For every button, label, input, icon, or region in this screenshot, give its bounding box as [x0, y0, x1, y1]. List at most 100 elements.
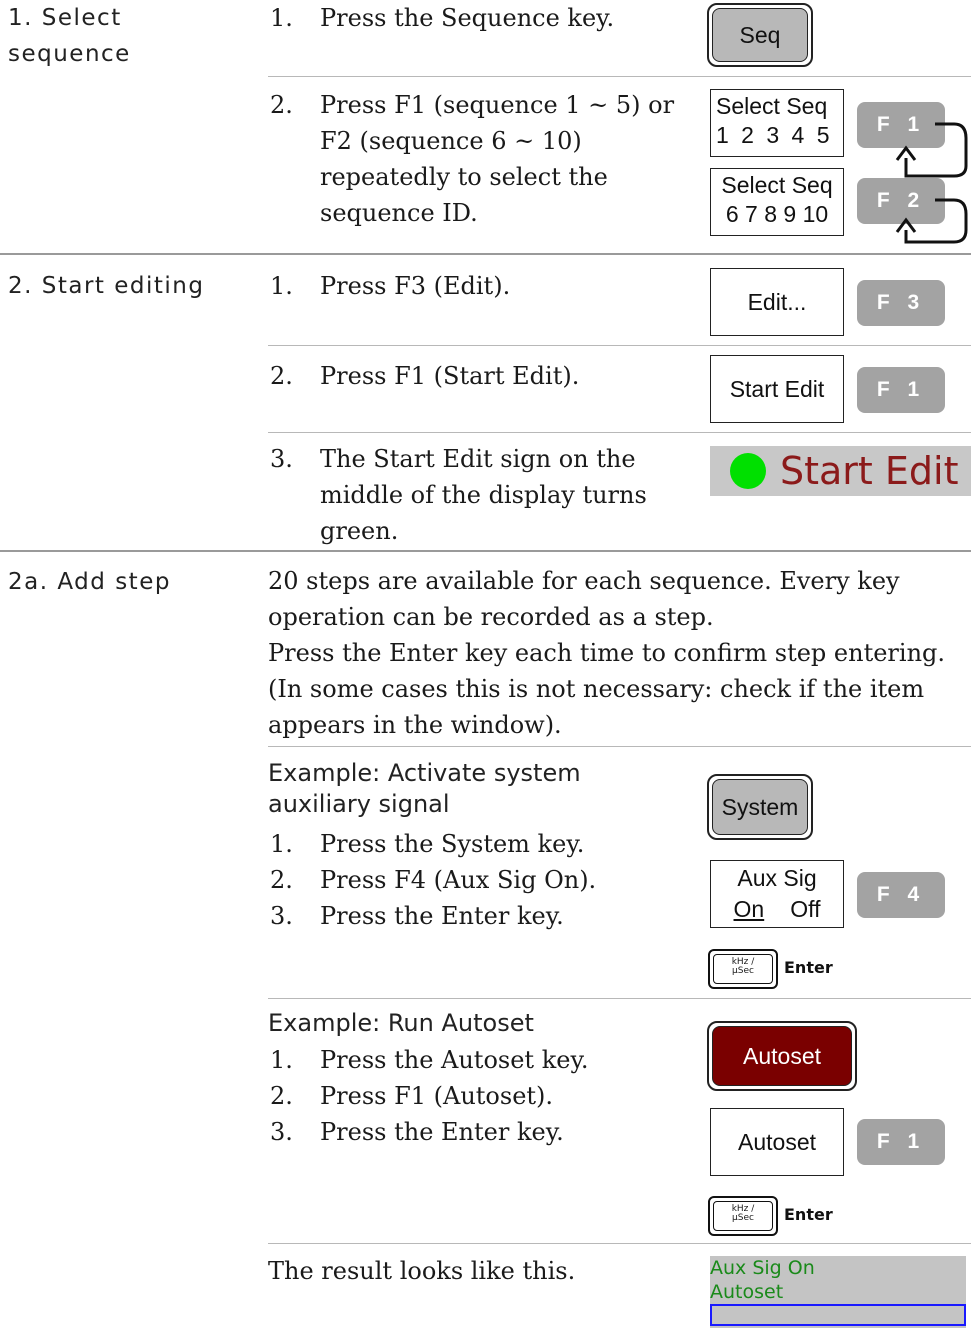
step-text: green.: [320, 517, 399, 545]
example-title-line: Example: Activate system: [268, 759, 581, 787]
f1-button[interactable]: F 1: [857, 367, 945, 413]
divider: [268, 432, 971, 433]
step-number: 2.: [270, 362, 293, 390]
f3-label: F 3: [876, 291, 926, 314]
softkey-value: 6 7 8 9 10: [725, 201, 829, 227]
softkey-value: 1 2 3 4 5: [716, 122, 833, 148]
seq-key[interactable]: Seq: [707, 3, 813, 67]
autoset-key-face: Autoset: [712, 1026, 852, 1086]
f3-button[interactable]: F 3: [857, 280, 945, 326]
step-text: middle of the display turns: [320, 481, 647, 509]
step-press-f1-start-edit: 2. Press F1 (Start Edit).: [270, 358, 579, 394]
divider: [268, 1243, 971, 1244]
step-number: 2.: [270, 1082, 293, 1110]
list-item: 3. Press the Enter key.: [270, 898, 596, 934]
example-autoset-steps: 1. Press the Autoset key. 2. Press F1 (Aut…: [270, 1042, 588, 1150]
step-number: 2.: [270, 91, 293, 119]
enter-key-body: kHz / μSec: [708, 1196, 778, 1236]
aux-on-option: On: [733, 896, 765, 922]
step-text: Press F3 (Edit).: [320, 272, 511, 300]
result-display: Aux Sig On Autoset: [710, 1256, 966, 1328]
enter-key[interactable]: kHz / μSec Enter: [708, 1196, 838, 1236]
start-edit-softkey[interactable]: Start Edit: [710, 355, 844, 423]
start-edit-sign: Start Edit: [710, 446, 971, 496]
paragraph-line: 20 steps are available for each sequence…: [268, 567, 900, 595]
step-text: repeatedly to select the: [320, 163, 608, 191]
enter-key-face: kHz / μSec: [713, 1201, 773, 1231]
result-display-lines: Aux Sig On Autoset: [710, 1256, 815, 1304]
step-number: 2.: [270, 866, 293, 894]
softkey-label: Autoset: [738, 1128, 816, 1155]
heading-line: 1. Select: [8, 5, 122, 31]
f1-button[interactable]: F 1: [857, 1119, 945, 1165]
step-text: Press F1 (Start Edit).: [320, 362, 580, 390]
step-text: Press the Autoset key.: [320, 1046, 589, 1074]
add-step-description: 20 steps are available for each sequence…: [268, 563, 945, 743]
seq-key-label: Seq: [739, 21, 781, 48]
list-item: 2. Press F4 (Aux Sig On).: [270, 862, 596, 898]
list-item: 1. Press the Autoset key.: [270, 1042, 588, 1078]
divider: [268, 76, 971, 77]
enter-key-label: Enter: [784, 1205, 833, 1224]
section-divider: [0, 550, 971, 552]
list-item: 3. Press the Enter key.: [270, 1114, 588, 1150]
step-number: 3.: [270, 445, 293, 473]
step-number: 3.: [270, 1118, 293, 1146]
result-text-label: The result looks like this.: [268, 1257, 576, 1285]
select-seq-1-5-softkey[interactable]: Select Seq 1 2 3 4 5: [710, 89, 844, 157]
enter-key-face: kHz / μSec: [713, 954, 773, 984]
system-key[interactable]: System: [707, 774, 813, 840]
select-seq-6-10-softkey[interactable]: Select Seq 6 7 8 9 10: [710, 168, 844, 236]
autoset-key[interactable]: Autoset: [707, 1021, 857, 1091]
paragraph-line: (In some cases this is not necessary: ch…: [268, 675, 925, 703]
enter-key-unit: μSec: [732, 1213, 754, 1223]
example-autoset-title: Example: Run Autoset: [268, 1008, 534, 1039]
repeat-arrow-icon: [895, 198, 968, 244]
aux-off-option: Off: [790, 896, 821, 922]
divider: [268, 345, 971, 346]
step-number: 1.: [270, 1046, 293, 1074]
step-text: F2 (sequence 6 ~ 10): [320, 127, 582, 155]
green-indicator-icon: [730, 453, 766, 489]
f4-button[interactable]: F 4: [857, 872, 945, 918]
section-divider: [0, 253, 971, 255]
f4-label: F 4: [876, 883, 926, 906]
example-title-line: Example: Run Autoset: [268, 1009, 534, 1037]
system-key-label: System: [721, 793, 799, 820]
f1-label: F 1: [876, 1130, 926, 1153]
step-text: Press F4 (Aux Sig On).: [320, 866, 597, 894]
example-system-steps: 1. Press the System key. 2. Press F4 (Aux …: [270, 826, 596, 934]
autoset-softkey[interactable]: Autoset: [710, 1108, 844, 1176]
enter-key[interactable]: kHz / μSec Enter: [708, 949, 838, 989]
result-line: Aux Sig On: [710, 1257, 815, 1279]
step-number: 1.: [270, 272, 293, 300]
seq-key-face: Seq: [712, 8, 808, 62]
example-system-title: Example: Activate system auxiliary signa…: [268, 758, 581, 820]
step-press-seq: 1. Press the Sequence key.: [270, 0, 614, 36]
step-text: Press the Enter key.: [320, 1118, 564, 1146]
softkey-label: Edit...: [747, 288, 807, 315]
softkey-label: Aux Sig: [737, 865, 817, 891]
step-text: Press F1 (sequence 1 ~ 5) or: [320, 91, 675, 119]
aux-sig-softkey[interactable]: Aux Sig On Off: [710, 860, 844, 928]
section-heading-start-editing: 2. Start editing: [8, 268, 204, 304]
section-heading-select-sequence: 1. Select sequence: [8, 0, 131, 72]
f1-label: F 1: [876, 378, 926, 401]
result-line: Autoset: [710, 1281, 784, 1303]
edit-softkey[interactable]: Edit...: [710, 268, 844, 336]
list-item: 2. Press F1 (Autoset).: [270, 1078, 588, 1114]
heading-line: sequence: [8, 41, 131, 67]
step-select-seq: 2. Press F1 (sequence 1 ~ 5) or F2 (seque…: [270, 87, 674, 231]
step-number: 1.: [270, 4, 293, 32]
enter-key-label: Enter: [784, 958, 833, 977]
list-item: 1. Press the System key.: [270, 826, 596, 862]
step-start-edit-sign: 3. The Start Edit sign on the middle of t…: [270, 441, 647, 549]
section-heading-add-step: 2a. Add step: [8, 564, 171, 600]
divider: [268, 998, 971, 999]
paragraph-line: operation can be recorded as a step.: [268, 603, 714, 631]
step-text: Press F1 (Autoset).: [320, 1082, 554, 1110]
step-text: Press the Enter key.: [320, 902, 564, 930]
step-text: sequence ID.: [320, 199, 478, 227]
enter-key-unit: μSec: [732, 966, 754, 976]
step-press-f3: 1. Press F3 (Edit).: [270, 268, 510, 304]
